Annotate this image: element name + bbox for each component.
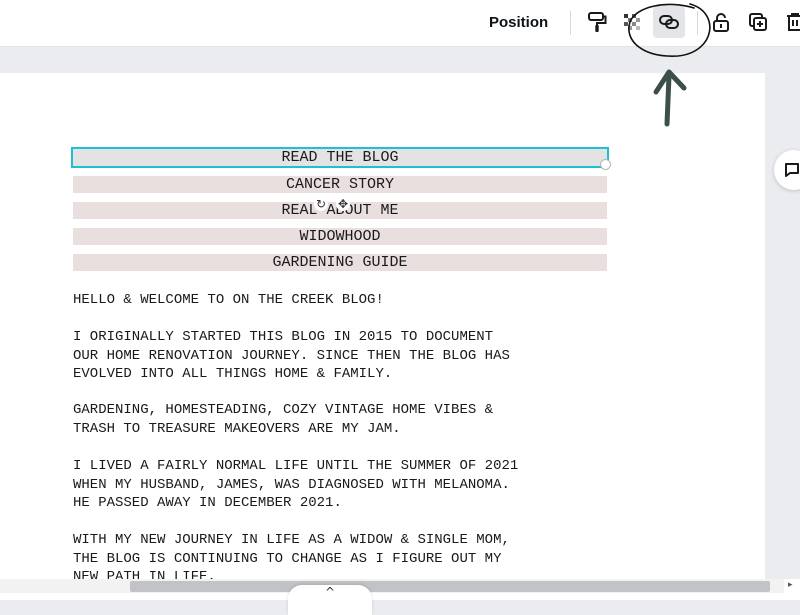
- scrollbar-track[interactable]: [0, 579, 784, 593]
- rotate-icon[interactable]: ↻: [314, 197, 328, 211]
- horizontal-scrollbar[interactable]: ▸: [0, 579, 800, 600]
- toolbar-divider: [570, 11, 571, 35]
- scroll-right-icon[interactable]: ▸: [788, 580, 793, 590]
- scrollbar-thumb[interactable]: [130, 581, 770, 592]
- lock-icon: [713, 13, 729, 32]
- chevron-up-icon: ^: [324, 585, 336, 599]
- duplicate-button[interactable]: [742, 6, 774, 38]
- toolbar-divider: [697, 11, 698, 35]
- link-button[interactable]: [653, 6, 685, 38]
- transparency-button[interactable]: [616, 6, 648, 38]
- paint-format-button[interactable]: [581, 6, 613, 38]
- lock-button[interactable]: [705, 6, 737, 38]
- nav-item-read-the-blog[interactable]: READ THE BLOG: [71, 147, 609, 168]
- comment-icon: [785, 163, 799, 177]
- nav-item-cancer-story[interactable]: CANCER STORY: [73, 176, 607, 193]
- body-paragraph[interactable]: I LIVED A FAIRLY NORMAL LIFE UNTIL THE S…: [73, 457, 633, 513]
- paint-format-icon: [588, 12, 607, 32]
- duplicate-icon: [749, 13, 767, 31]
- link-icon: [659, 15, 679, 29]
- body-paragraph[interactable]: GARDENING, HOMESTEADING, COZY VINTAGE HO…: [73, 401, 633, 438]
- resize-handle[interactable]: [600, 159, 611, 170]
- nav-item-widowhood[interactable]: WIDOWHOOD: [73, 228, 607, 245]
- move-icon[interactable]: ✥: [336, 197, 350, 211]
- body-paragraph[interactable]: HELLO & WELCOME TO ON THE CREEK BLOG!: [73, 291, 633, 310]
- selection-controls: ↻ ✥: [314, 197, 350, 211]
- body-paragraph[interactable]: I ORIGINALLY STARTED THIS BLOG IN 2015 T…: [73, 328, 633, 384]
- top-toolbar: Position: [0, 0, 800, 47]
- delete-button[interactable]: [779, 6, 800, 38]
- delete-icon: [787, 13, 800, 31]
- expand-panel-button[interactable]: ^: [288, 585, 372, 615]
- position-button[interactable]: Position: [480, 8, 557, 36]
- nav-item-gardening-guide[interactable]: GARDENING GUIDE: [73, 254, 607, 271]
- transparency-icon: [624, 14, 640, 30]
